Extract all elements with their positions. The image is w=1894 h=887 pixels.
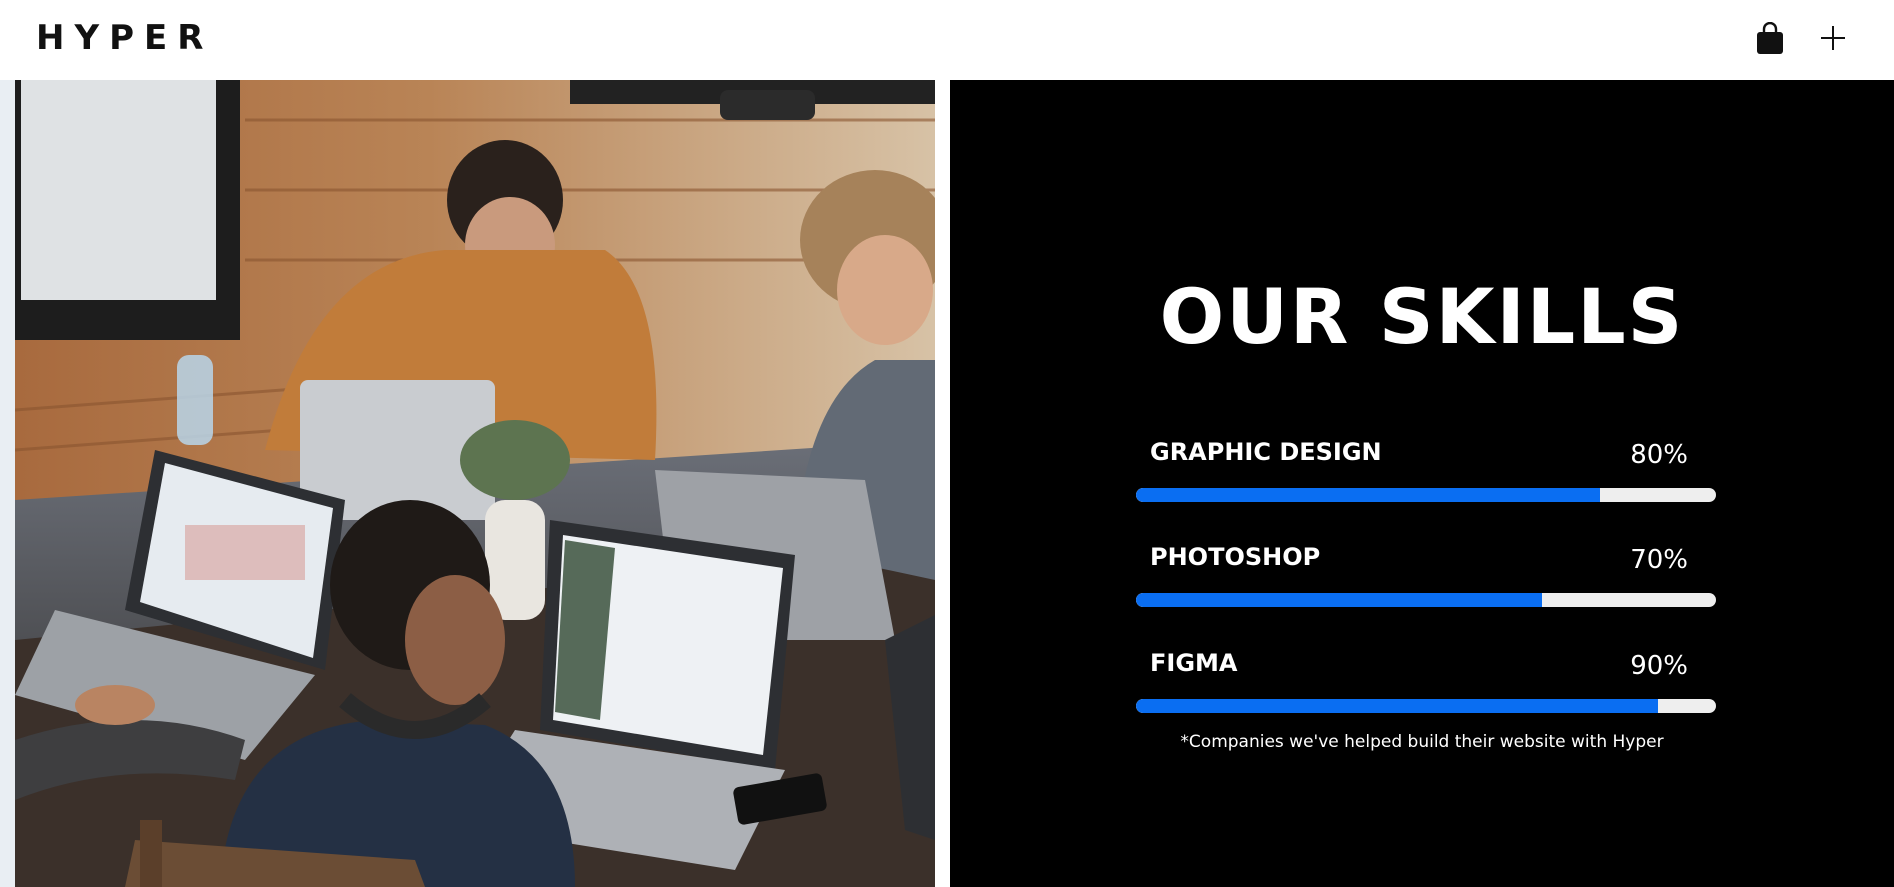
skill-name: GRAPHIC DESIGN: [1150, 438, 1382, 466]
skill-progress-bar: [1136, 699, 1716, 713]
plus-icon[interactable]: [1819, 24, 1847, 52]
skills-title: OUR SKILLS: [1159, 272, 1685, 361]
skill-progress-fill: [1136, 699, 1658, 713]
skill-percent: 90%: [1630, 651, 1688, 681]
column-gap: [935, 80, 950, 887]
skills-footnote: *Companies we've helped build their webs…: [1180, 732, 1664, 752]
skill-name: PHOTOSHOP: [1150, 543, 1321, 571]
site-logo[interactable]: HYPER: [36, 18, 213, 58]
skill-progress-fill: [1136, 593, 1542, 607]
skill-progress-fill: [1136, 488, 1600, 502]
skill-name: FIGMA: [1150, 649, 1238, 677]
shopping-bag-icon[interactable]: [1755, 22, 1785, 56]
skill-percent: 80%: [1630, 440, 1688, 470]
skill-graphic-design: GRAPHIC DESIGN 80%: [1136, 438, 1716, 518]
skill-photoshop: PHOTOSHOP 70%: [1136, 543, 1716, 623]
skill-progress-bar: [1136, 488, 1716, 502]
team-photo: [15, 80, 935, 887]
skills-panel: OUR SKILLS GRAPHIC DESIGN 80% PHOTOSHOP …: [950, 80, 1894, 887]
skill-progress-bar: [1136, 593, 1716, 607]
page-edge: [0, 80, 15, 887]
team-working-on-laptops-photo: [15, 80, 935, 887]
skill-figma: FIGMA 90%: [1136, 649, 1716, 729]
skill-percent: 70%: [1630, 545, 1688, 575]
site-header: HYPER: [0, 0, 1894, 80]
